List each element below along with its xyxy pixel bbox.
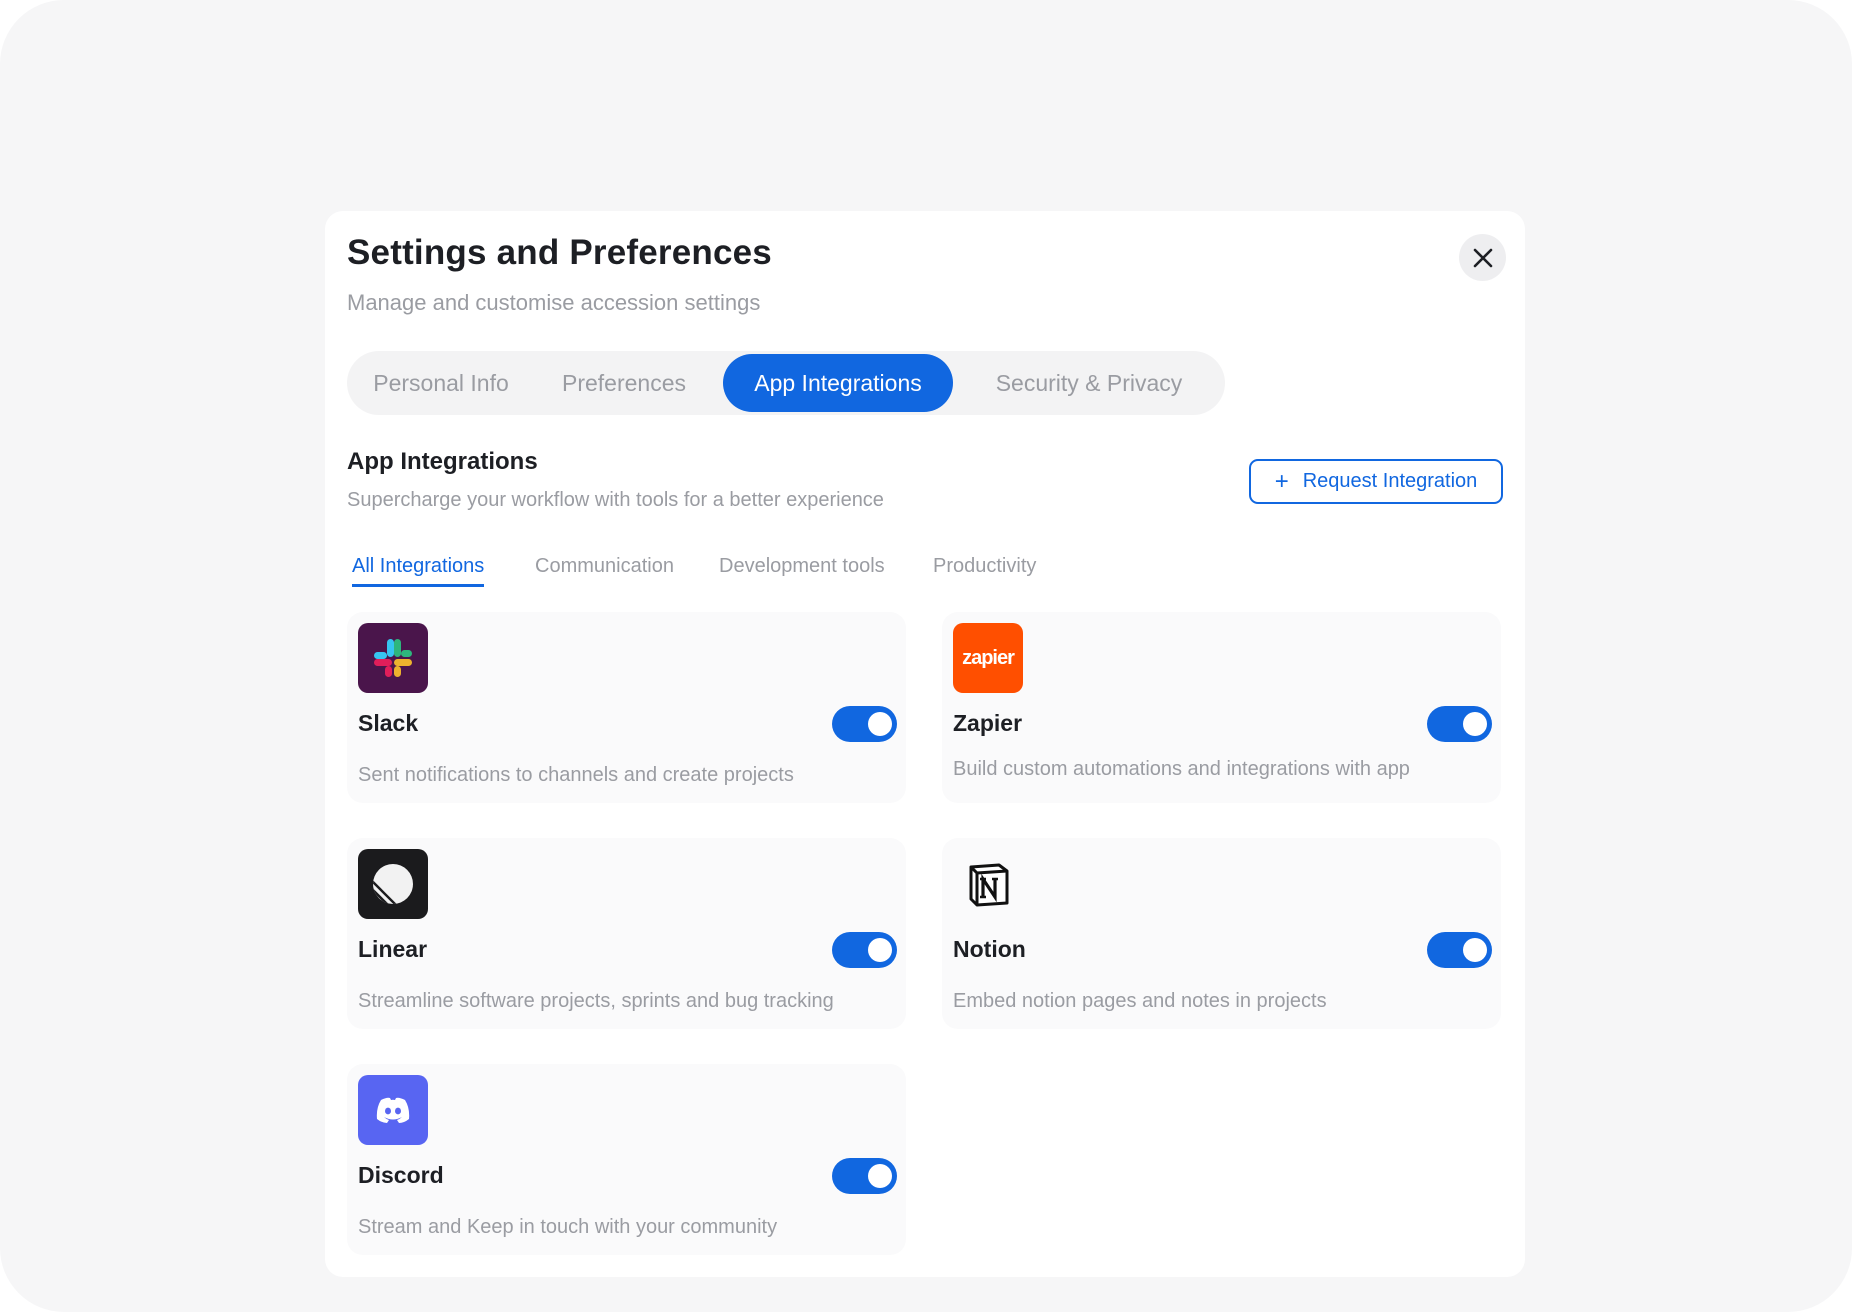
filter-development-tools[interactable]: Development tools [719,555,885,584]
integration-name: Slack [358,710,419,736]
integration-description: Embed notion pages and notes in projects [953,990,1327,1012]
tab-personal-info[interactable]: Personal Info [353,354,529,412]
integration-card-slack: Slack Sent notifications to channels and… [347,612,906,803]
tab-security-privacy[interactable]: Security & Privacy [957,354,1221,412]
section-subtitle: Supercharge your workflow with tools for… [347,489,884,511]
integration-card-zapier: zapier Zapier Build custom automations a… [942,612,1501,803]
toggle-knob [868,712,892,736]
modal-title: Settings and Preferences [347,233,772,272]
request-integration-label: Request Integration [1302,470,1478,492]
integration-description: Build custom automations and integration… [953,758,1410,780]
slack-toggle[interactable] [832,706,897,742]
integration-card-discord: Discord Stream and Keep in touch with yo… [347,1064,906,1255]
linear-toggle[interactable] [832,932,897,968]
section-title: App Integrations [347,448,538,475]
filter-productivity[interactable]: Productivity [933,555,1036,584]
filter-communication[interactable]: Communication [535,555,674,584]
integration-name: Notion [953,936,1026,962]
tab-preferences[interactable]: Preferences [529,354,719,412]
integration-card-notion: Notion Embed notion pages and notes in p… [942,838,1501,1029]
settings-modal: Settings and Preferences Manage and cust… [325,211,1525,1277]
integration-description: Stream and Keep in touch with your commu… [358,1216,778,1238]
integration-name: Zapier [953,710,1023,736]
toggle-knob [868,1164,892,1188]
discord-toggle[interactable] [832,1158,897,1194]
close-button[interactable] [1459,234,1506,281]
integration-card-linear: Linear Streamline software projects, spr… [347,838,906,1029]
slack-logo-icon [358,623,428,693]
discord-logo-icon [358,1075,428,1145]
plus-icon: + [1274,467,1289,495]
linear-logo-icon [358,849,428,919]
zapier-wordmark: zapier [962,646,1015,669]
integration-description: Sent notifications to channels and creat… [358,764,794,786]
notion-logo-icon [953,849,1023,919]
toggle-knob [1463,938,1487,962]
modal-subtitle: Manage and customise accession settings [347,290,761,315]
app-canvas: Settings and Preferences Manage and cust… [0,0,1852,1312]
integration-name: Discord [358,1162,444,1188]
filter-all-integrations[interactable]: All Integrations [352,555,485,587]
notion-toggle[interactable] [1427,932,1492,968]
toggle-knob [1463,712,1487,736]
tab-app-integrations[interactable]: App Integrations [723,354,953,412]
integration-name: Linear [358,936,428,962]
request-integration-button[interactable]: + Request Integration [1249,459,1503,504]
zapier-toggle[interactable] [1427,706,1492,742]
settings-tabs: Personal Info Preferences App Integratio… [347,351,1225,415]
integration-description: Streamline software projects, sprints an… [358,990,834,1012]
toggle-knob [868,938,892,962]
zapier-logo-icon: zapier [953,623,1023,693]
close-icon [1473,248,1492,267]
